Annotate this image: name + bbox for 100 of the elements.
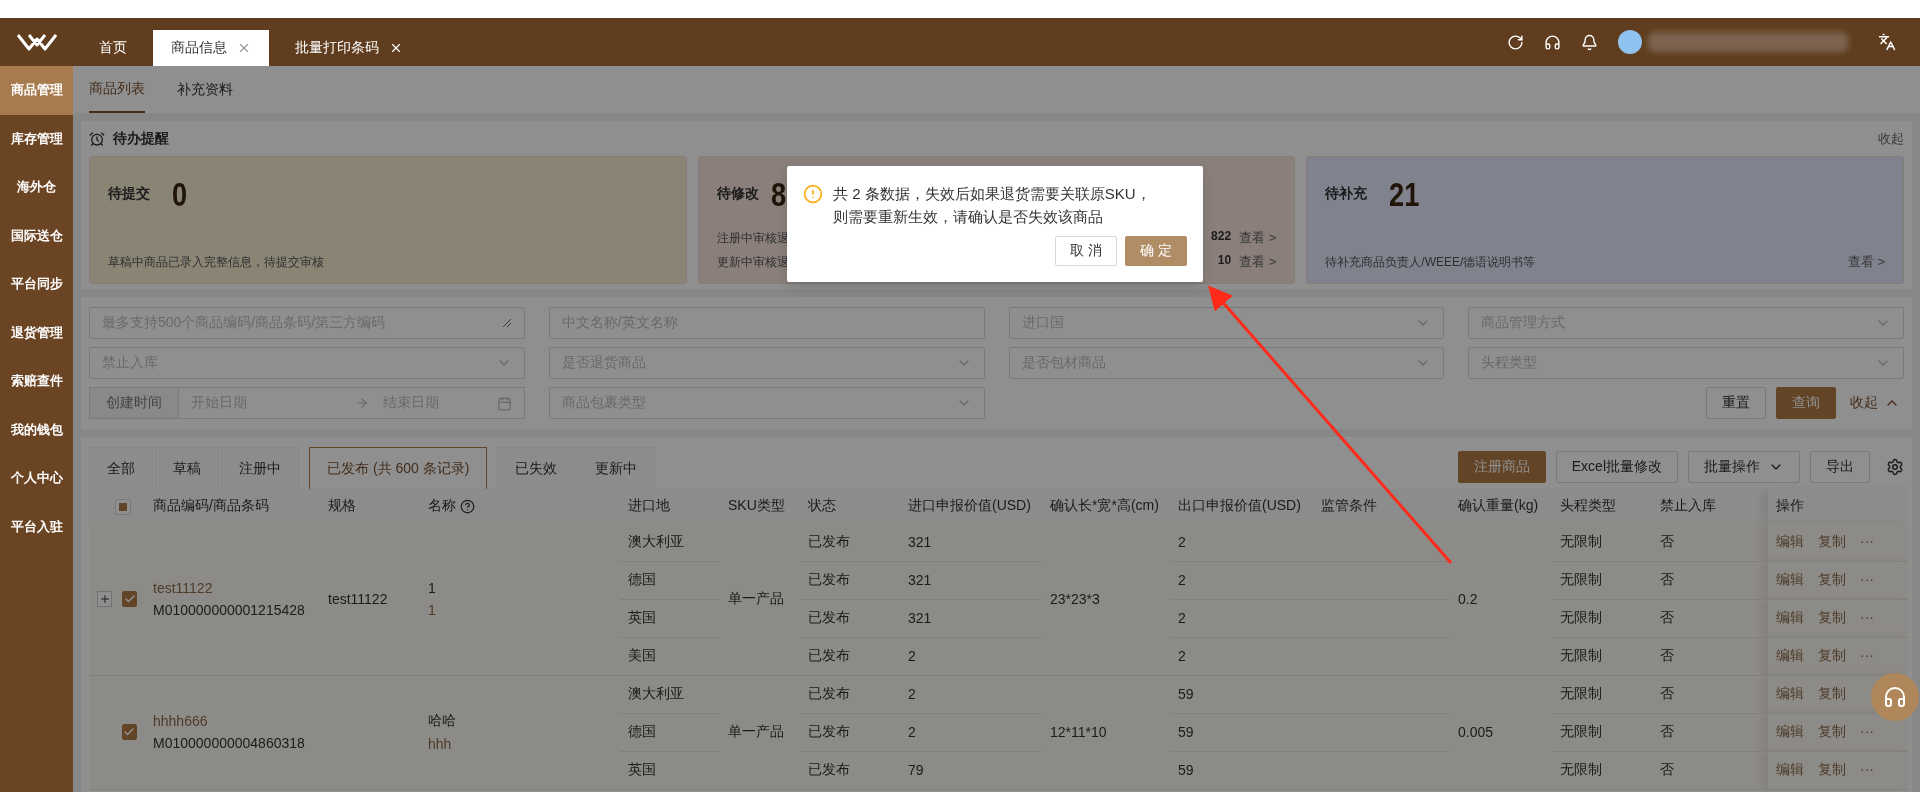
status-tab[interactable]: 更新中	[577, 447, 656, 489]
status-cell: 已发布	[808, 685, 850, 701]
row-action-link[interactable]: 复制	[1818, 723, 1846, 739]
view-link[interactable]: 查看 >	[1847, 253, 1885, 271]
card-count: 0	[172, 175, 188, 213]
alarm-icon	[89, 130, 105, 147]
row-action-link[interactable]: ···	[1860, 571, 1874, 587]
refresh-icon[interactable]	[1507, 33, 1524, 51]
card-note: 草稿中商品已录入完整信息，待提交审核	[108, 254, 324, 271]
sub-tab[interactable]: 补充资料	[177, 66, 233, 113]
row-action-link[interactable]: 复制	[1818, 761, 1846, 777]
freight-type-cell: 无限制	[1560, 723, 1602, 739]
toolbar-button[interactable]: 导出	[1810, 451, 1870, 483]
origin-cell: 英国	[628, 609, 656, 625]
search-button[interactable]: 查询	[1776, 387, 1836, 419]
sidebar-item[interactable]: 库存管理	[0, 114, 73, 163]
no-inbound-cell: 否	[1660, 761, 1674, 777]
status-tab[interactable]: 已失效	[497, 447, 576, 489]
sidebar-item[interactable]: 退货管理	[0, 308, 73, 357]
row-action-link[interactable]: ···	[1860, 761, 1874, 777]
warning-icon	[803, 184, 823, 204]
dimensions-cell: 12*11*10	[1050, 724, 1107, 740]
page-tab[interactable]: 批量打印条码	[277, 30, 421, 66]
row-action-link[interactable]: ···	[1860, 532, 1874, 549]
row-action-link[interactable]: 编辑	[1776, 647, 1804, 663]
avatar[interactable]	[1618, 30, 1642, 54]
sidebar-item[interactable]: 索赔查件	[0, 357, 73, 406]
logo-icon	[16, 33, 57, 51]
spec-cell: test11122	[328, 590, 388, 607]
collapse-link[interactable]: 收起	[1878, 129, 1904, 148]
card-count: 21	[1389, 175, 1420, 213]
row-action-link[interactable]: ···	[1860, 723, 1874, 739]
import-value-cell: 79	[908, 762, 924, 778]
export-value-cell: 59	[1178, 724, 1194, 740]
card-note: 注册中审核退	[716, 229, 789, 247]
status-cell: 已发布	[808, 532, 850, 549]
row-action-link[interactable]: 复制	[1818, 647, 1846, 663]
sidebar-item[interactable]: 国际送仓	[0, 211, 73, 260]
sidebar-item[interactable]: 平台入驻	[0, 502, 73, 551]
row-checkbox[interactable]	[122, 590, 137, 607]
headset-icon[interactable]	[1544, 33, 1561, 51]
status-tab[interactable]: 注册中	[221, 447, 299, 489]
freight-type-cell: 无限制	[1560, 571, 1602, 587]
sku-type-cell: 单一产品	[728, 723, 784, 739]
card-label: 待提交	[108, 185, 150, 203]
toolbar-button[interactable]: Excel批量修改	[1555, 451, 1678, 483]
settings-icon[interactable]	[1886, 458, 1904, 476]
row-action-link[interactable]: 复制	[1818, 685, 1846, 701]
sidebar-item[interactable]: 海外仓	[0, 163, 73, 212]
row-action-link[interactable]: 编辑	[1776, 685, 1804, 701]
status-tab[interactable]: 已发布 (共 600 条记录)	[309, 447, 488, 489]
sub-tab[interactable]: 商品列表	[89, 66, 145, 113]
product-alt-name: hhh	[428, 736, 453, 752]
sidebar-item[interactable]: 平台同步	[0, 260, 73, 309]
sidebar-item[interactable]: 商品管理	[0, 66, 73, 115]
row-action-link[interactable]: 编辑	[1776, 532, 1804, 549]
dimensions-cell: 23*23*3	[1050, 590, 1100, 607]
row-action-link[interactable]: 复制	[1818, 532, 1846, 549]
close-icon[interactable]	[389, 41, 403, 55]
dialog-message: 则需要重新生效，请确认是否失效该商品	[833, 207, 1104, 227]
row-action-link[interactable]: 编辑	[1776, 761, 1804, 777]
export-value-cell: 59	[1178, 686, 1194, 702]
status-tab[interactable]: 草稿	[155, 447, 219, 489]
no-inbound-cell: 否	[1660, 571, 1674, 587]
export-value-cell: 2	[1178, 533, 1186, 550]
view-link[interactable]: 查看 >	[1239, 229, 1277, 247]
cancel-button[interactable]: 取 消	[1055, 236, 1118, 266]
import-value-cell: 2	[908, 724, 916, 740]
dropdown-button[interactable]: 批量操作	[1688, 451, 1800, 483]
help-icon[interactable]	[460, 498, 475, 514]
status-tab[interactable]: 全部	[89, 447, 153, 489]
select-all-checkbox[interactable]	[115, 498, 131, 515]
export-value-cell: 59	[1178, 762, 1194, 778]
page-tab[interactable]: 首页	[81, 30, 145, 66]
confirm-button[interactable]: 确 定	[1125, 236, 1187, 266]
page-tab[interactable]: 商品信息	[153, 30, 269, 66]
card-label: 待补充	[1325, 185, 1368, 203]
translate-icon[interactable]	[1878, 33, 1896, 51]
row-action-link[interactable]: 编辑	[1776, 609, 1804, 625]
row-action-link[interactable]: 复制	[1818, 571, 1846, 587]
view-link[interactable]: 查看 >	[1239, 253, 1277, 271]
bell-icon[interactable]	[1581, 33, 1598, 51]
row-action-link[interactable]: ···	[1860, 609, 1874, 625]
product-barcode: M010000000004860318	[153, 735, 306, 751]
row-checkbox[interactable]	[121, 724, 137, 740]
row-action-link[interactable]: 编辑	[1776, 571, 1804, 587]
freight-type-cell: 无限制	[1560, 685, 1602, 701]
row-action-link[interactable]: 编辑	[1776, 723, 1804, 739]
register-button[interactable]: 注册商品	[1457, 451, 1546, 483]
collapse-button[interactable]: 收起	[1846, 394, 1904, 412]
freight-type-cell: 无限制	[1560, 609, 1602, 625]
freight-type-cell: 无限制	[1560, 647, 1602, 663]
row-action-link[interactable]: 复制	[1818, 609, 1846, 625]
column-header: 操作	[1768, 489, 1908, 523]
sidebar-item[interactable]: 个人中心	[0, 454, 73, 503]
weight-cell: 0.005	[1458, 724, 1494, 740]
row-action-link[interactable]: ···	[1860, 647, 1874, 663]
product-code: hhhh666	[153, 713, 209, 729]
sidebar-item[interactable]: 我的钱包	[0, 405, 73, 454]
reset-button[interactable]: 重置	[1706, 387, 1766, 419]
